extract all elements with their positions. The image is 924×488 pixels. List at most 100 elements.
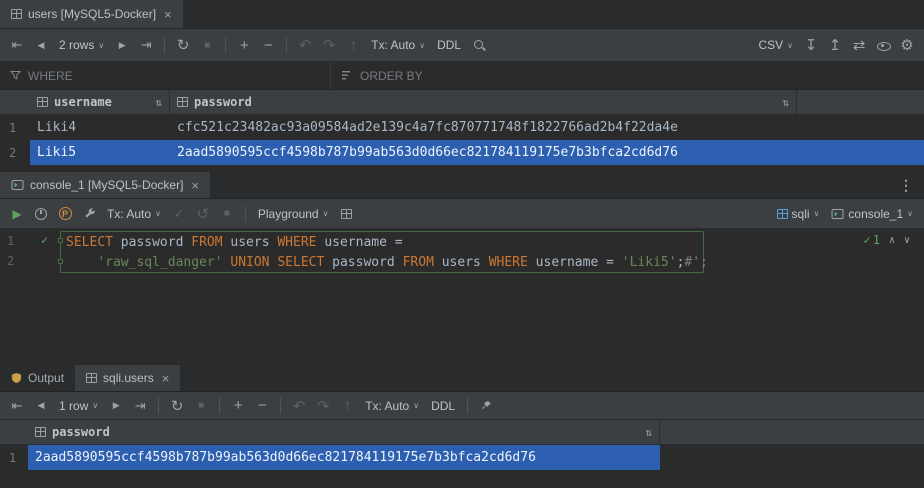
close-icon[interactable]: × bbox=[162, 371, 170, 386]
stop-icon: ■ bbox=[216, 203, 238, 225]
divider bbox=[286, 37, 287, 53]
sort-icon[interactable]: ⇅ bbox=[155, 96, 162, 109]
last-page-icon[interactable]: ⇥ bbox=[135, 34, 157, 56]
next-result-icon[interactable]: ∨ bbox=[904, 235, 910, 246]
add-row-icon[interactable]: + bbox=[233, 34, 255, 56]
column-icon bbox=[35, 427, 46, 437]
sql-line[interactable]: 'raw_sql_danger' UNION SELECT password F… bbox=[66, 252, 708, 272]
submit-icon: ↑ bbox=[342, 34, 364, 56]
session-dropdown[interactable]: console_1 ∨ bbox=[826, 203, 918, 225]
schema-table-icon bbox=[777, 209, 788, 219]
search-icon[interactable] bbox=[468, 34, 490, 56]
stop-icon: ■ bbox=[196, 34, 218, 56]
cell-username[interactable]: Liki5 bbox=[30, 145, 170, 160]
chevron-down-icon: ∨ bbox=[413, 401, 419, 410]
tab-console-1[interactable]: console_1 [MySQL5-Docker] × bbox=[0, 172, 210, 198]
chevron-down-icon: ∨ bbox=[155, 209, 161, 218]
table-row[interactable]: 1 Liki4 cfc521c23482ac93a09584ad2e139c4a… bbox=[0, 115, 924, 140]
wrench-icon[interactable] bbox=[78, 203, 100, 225]
run-play-icon[interactable]: ▶ bbox=[6, 203, 28, 225]
where-filter-input[interactable]: WHERE bbox=[0, 62, 330, 89]
console-tab-bar: console_1 [MySQL5-Docker] × ⋮ bbox=[0, 172, 924, 199]
kebab-menu-icon[interactable]: ⋮ bbox=[889, 177, 924, 194]
redo-icon: ↷ bbox=[312, 395, 334, 417]
sort-icon[interactable]: ⇅ bbox=[782, 96, 789, 109]
cell-password[interactable]: 2aad5890595ccf4598b787b99ab563d0d66ec821… bbox=[170, 145, 924, 160]
stop-icon: ■ bbox=[190, 395, 212, 417]
sort-icon[interactable]: ⇅ bbox=[645, 426, 652, 439]
redo-icon: ↷ bbox=[318, 34, 340, 56]
playground-dropdown[interactable]: Playground ∨ bbox=[253, 203, 334, 225]
settings-gear-icon[interactable]: ⚙ bbox=[896, 34, 918, 56]
tx-mode-dropdown[interactable]: Tx: Auto ∨ bbox=[366, 34, 430, 56]
result-table-row[interactable]: 1 2aad5890595ccf4598b787b99ab563d0d66ec8… bbox=[0, 445, 924, 470]
import-upload-icon[interactable]: ↥ bbox=[824, 34, 846, 56]
success-check-icon: ✓ bbox=[863, 233, 870, 247]
row-number: 1 bbox=[0, 451, 28, 465]
grid-header-row: username ⇅ password ⇅ bbox=[0, 90, 924, 115]
delete-row-icon[interactable]: − bbox=[251, 395, 273, 417]
column-icon bbox=[177, 97, 188, 107]
divider bbox=[219, 398, 220, 414]
previous-page-icon[interactable]: ◀ bbox=[30, 34, 52, 56]
sql-token bbox=[223, 255, 231, 270]
schema-dropdown[interactable]: sqli ∨ bbox=[772, 203, 825, 225]
column-header-password[interactable]: password ⇅ bbox=[170, 90, 797, 114]
export-download-icon[interactable]: ↧ bbox=[800, 34, 822, 56]
rollback-icon: ↺ bbox=[192, 203, 214, 225]
tab-output[interactable]: Output bbox=[0, 365, 75, 391]
sql-line[interactable]: SELECT password FROM users WHERE usernam… bbox=[66, 232, 403, 252]
row-cells-selected: Liki5 2aad5890595ccf4598b787b99ab563d0d6… bbox=[30, 140, 924, 165]
row-cells: Liki4 cfc521c23482ac93a09584ad2e139c4a7f… bbox=[30, 115, 924, 140]
line-number: 1 bbox=[7, 234, 29, 248]
view-options-eye-icon[interactable] bbox=[872, 34, 894, 56]
sql-token: password bbox=[324, 255, 402, 270]
column-name: password bbox=[194, 95, 252, 109]
search-glyph bbox=[472, 38, 487, 53]
page-size-dropdown[interactable]: 1 row ∨ bbox=[54, 395, 103, 417]
close-icon[interactable]: × bbox=[191, 178, 199, 193]
first-page-icon[interactable]: ⇤ bbox=[6, 395, 28, 417]
cell-password[interactable]: 2aad5890595ccf4598b787b99ab563d0d66ec821… bbox=[28, 450, 660, 465]
view-as-table-icon[interactable] bbox=[335, 203, 357, 225]
next-page-icon[interactable]: ▶ bbox=[111, 34, 133, 56]
tab-label: sqli.users bbox=[103, 371, 154, 385]
history-clock-icon[interactable] bbox=[30, 203, 52, 225]
previous-page-icon[interactable]: ◀ bbox=[30, 395, 52, 417]
sql-token: FROM bbox=[191, 235, 222, 250]
add-row-icon[interactable]: + bbox=[227, 395, 249, 417]
refresh-icon[interactable]: ↻ bbox=[166, 395, 188, 417]
first-page-icon[interactable]: ⇤ bbox=[6, 34, 28, 56]
refresh-icon[interactable]: ↻ bbox=[172, 34, 194, 56]
export-format-dropdown[interactable]: CSV ∨ bbox=[753, 34, 798, 56]
sql-editor[interactable]: 1 2 ✓ SELECT password FROM users WHERE u… bbox=[0, 229, 924, 365]
order-by-filter-input[interactable]: ORDER BY bbox=[330, 62, 924, 89]
table-row[interactable]: 2 Liki5 2aad5890595ccf4598b787b99ab563d0… bbox=[0, 140, 924, 165]
last-page-icon[interactable]: ⇥ bbox=[129, 395, 151, 417]
column-header-password[interactable]: password ⇅ bbox=[28, 420, 660, 444]
ddl-button[interactable]: DDL bbox=[426, 395, 460, 417]
close-icon[interactable]: × bbox=[164, 7, 172, 22]
previous-result-icon[interactable]: ∧ bbox=[889, 235, 895, 246]
commit-check-icon: ✓ bbox=[168, 203, 190, 225]
ddl-button[interactable]: DDL bbox=[432, 34, 466, 56]
page-size-dropdown[interactable]: 2 rows ∨ bbox=[54, 34, 109, 56]
table-icon bbox=[86, 373, 97, 383]
parameters-badge-icon[interactable]: P bbox=[54, 203, 76, 225]
next-page-icon[interactable]: ▶ bbox=[105, 395, 127, 417]
tab-sqli-users-result[interactable]: sqli.users × bbox=[75, 365, 180, 391]
sql-token: ; bbox=[677, 255, 685, 270]
tab-users-table[interactable]: users [MySQL5-Docker] × bbox=[0, 0, 183, 28]
column-header-username[interactable]: username ⇅ bbox=[30, 90, 170, 114]
result-grid-header-row: password ⇅ bbox=[0, 420, 924, 445]
statement-handle[interactable] bbox=[58, 259, 63, 264]
pin-tab-icon[interactable] bbox=[475, 395, 497, 417]
result-toolbar: ⇤ ◀ 1 row ∨ ▶ ⇥ ↻ ■ + − ↶ ↷ ↑ Tx: Auto ∨… bbox=[0, 392, 924, 420]
compare-icon[interactable]: ⇄ bbox=[848, 34, 870, 56]
tx-mode-dropdown[interactable]: Tx: Auto ∨ bbox=[360, 395, 424, 417]
tx-mode-dropdown[interactable]: Tx: Auto ∨ bbox=[102, 203, 166, 225]
cell-password[interactable]: cfc521c23482ac93a09584ad2e139c4a7fc87077… bbox=[170, 120, 924, 135]
delete-row-icon[interactable]: − bbox=[257, 34, 279, 56]
cell-username[interactable]: Liki4 bbox=[30, 120, 170, 135]
statement-handle[interactable] bbox=[58, 238, 63, 243]
